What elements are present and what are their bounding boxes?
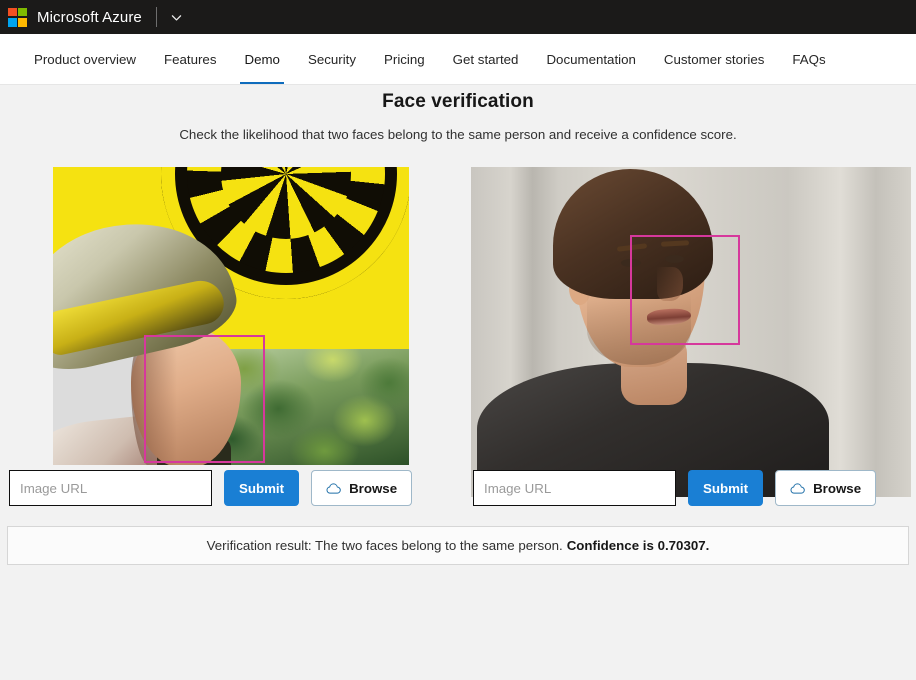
verification-result-bar: Verification result: The two faces belon… <box>7 526 909 565</box>
tab-demo[interactable]: Demo <box>230 34 293 84</box>
browse-button-label-left: Browse <box>349 480 398 496</box>
browse-button-right[interactable]: Browse <box>775 470 877 506</box>
product-nav: Product overview Features Demo Security … <box>0 34 916 85</box>
azure-header: Microsoft Azure <box>0 0 916 34</box>
chevron-down-icon[interactable] <box>169 9 185 25</box>
controls-right: Submit Browse <box>473 470 877 506</box>
tab-features[interactable]: Features <box>150 34 230 84</box>
browse-button-left[interactable]: Browse <box>311 470 413 506</box>
tab-pricing[interactable]: Pricing <box>370 34 439 84</box>
submit-button-left[interactable]: Submit <box>224 470 300 506</box>
image-pair <box>0 167 916 512</box>
azure-brand-label[interactable]: Microsoft Azure <box>37 9 142 26</box>
tab-faqs[interactable]: FAQs <box>778 34 839 84</box>
tab-documentation[interactable]: Documentation <box>532 34 649 84</box>
tab-product-overview[interactable]: Product overview <box>20 34 150 84</box>
page-subtitle: Check the likelihood that two faces belo… <box>179 127 737 142</box>
controls-row: Submit Browse Submit Browse <box>0 470 916 514</box>
verification-result-text: Verification result: The two faces belon… <box>206 538 563 553</box>
face-detection-box <box>630 235 740 345</box>
source-image-right[interactable] <box>471 167 911 497</box>
image-url-input-left[interactable] <box>9 470 212 506</box>
tab-customer-stories[interactable]: Customer stories <box>650 34 779 84</box>
header-divider <box>155 7 157 27</box>
browse-button-label-right: Browse <box>813 480 862 496</box>
tab-get-started[interactable]: Get started <box>439 34 533 84</box>
microsoft-logo-icon <box>8 7 27 27</box>
cloud-upload-icon <box>326 482 341 495</box>
controls-left: Submit Browse <box>9 470 413 506</box>
source-image-left[interactable] <box>53 167 409 465</box>
image-url-input-right[interactable] <box>473 470 676 506</box>
tab-security[interactable]: Security <box>294 34 370 84</box>
face-detection-box <box>144 335 265 463</box>
submit-button-right[interactable]: Submit <box>688 470 764 506</box>
page-title: Face verification <box>382 91 534 112</box>
cloud-upload-icon <box>790 482 805 495</box>
confidence-value: Confidence is 0.70307. <box>566 538 710 553</box>
demo-page: Face verification Check the likelihood t… <box>0 85 916 680</box>
